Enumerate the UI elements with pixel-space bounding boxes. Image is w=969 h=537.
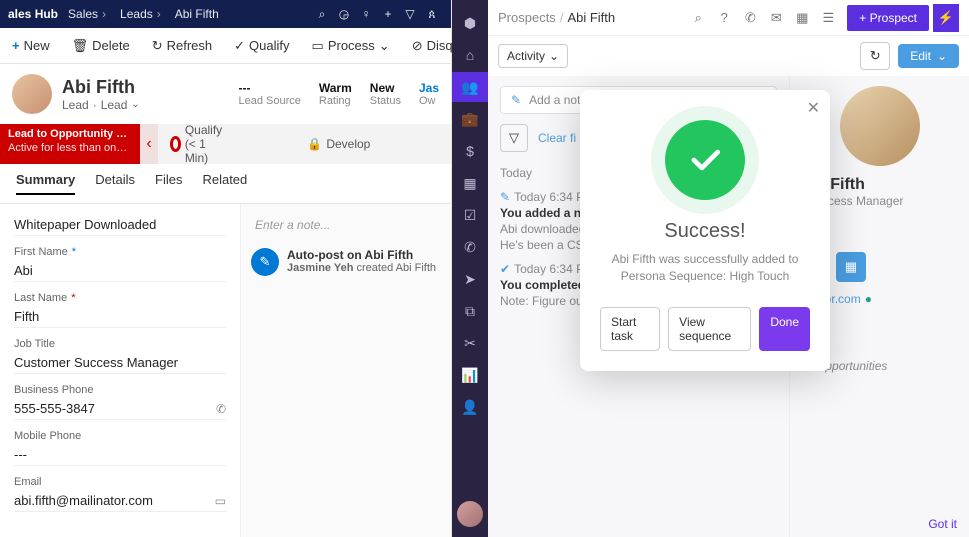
lead-subtitle[interactable]: Lead·Lead⌄ (62, 98, 140, 112)
mobile-phone-field[interactable]: --- (14, 444, 226, 466)
new-button[interactable]: +New (6, 34, 56, 57)
timeline-note-input[interactable]: Enter a note... (251, 214, 441, 236)
email-field[interactable]: abi.fifth@mailinator.com▭ (14, 490, 226, 512)
banner-collapse[interactable]: ‹ (140, 124, 158, 164)
or-search-icon[interactable]: ⌕ (685, 10, 711, 26)
or-help-icon[interactable]: ? (711, 10, 737, 25)
success-modal: ✕ Success! Abi Fifth was successfully ad… (580, 90, 830, 371)
bolt-button[interactable]: ⚡ (933, 4, 959, 32)
tab-related[interactable]: Related (202, 172, 247, 195)
schedule-button[interactable]: ▦ (836, 252, 866, 282)
topic-field[interactable]: Whitepaper Downloaded (14, 214, 226, 236)
tab-summary[interactable]: Summary (16, 172, 75, 195)
nav-dollar-icon[interactable]: $ (452, 136, 488, 166)
crumb-leads[interactable]: Leads (120, 7, 153, 21)
nav-check-icon[interactable]: ☑ (452, 200, 488, 230)
got-it-button[interactable]: Got it (928, 517, 957, 531)
task-icon[interactable]: ◶ (333, 7, 355, 21)
qualify-button[interactable]: ✓Qualify (228, 34, 295, 58)
phone-icon[interactable]: ✆ (216, 402, 226, 416)
search-icon[interactable]: ⌕ (311, 7, 333, 22)
nav-briefcase-icon[interactable]: 💼 (452, 104, 488, 134)
autopost-icon: ✎ (251, 248, 279, 276)
nav-home-icon[interactable]: ⌂ (452, 40, 488, 70)
nav-user-avatar[interactable] (457, 501, 483, 527)
or-refresh-button[interactable]: ↻ (860, 42, 890, 70)
close-icon[interactable]: ✕ (807, 98, 820, 118)
lead-avatar (12, 74, 52, 114)
business-phone-field[interactable]: 555-555-3847✆ (14, 398, 226, 420)
modal-text: Abi Fifth was successfully added to Pers… (600, 251, 810, 285)
bulb-icon[interactable]: ♀ (355, 7, 377, 21)
nav-copy-icon[interactable]: ⧉ (452, 296, 488, 326)
pencil-icon: ✎ (500, 190, 510, 204)
view-sequence-button[interactable]: View sequence (668, 307, 751, 351)
modal-title: Success! (600, 220, 810, 243)
or-crumb-name: Abi Fifth (567, 10, 615, 25)
done-button[interactable]: Done (759, 307, 810, 351)
success-check-icon (665, 120, 745, 200)
nav-people-icon[interactable]: 👥 (452, 72, 488, 102)
check-icon: ✔ (500, 262, 510, 276)
activity-dropdown[interactable]: Activity⌄ (498, 44, 568, 68)
crumb-sales[interactable]: Sales (68, 7, 98, 21)
or-mail-icon[interactable]: ✉ (763, 10, 789, 26)
job-title-field[interactable]: Customer Success Manager (14, 352, 226, 374)
refresh-button[interactable]: ↻Refresh (146, 34, 218, 58)
plus-icon[interactable]: + (377, 7, 399, 21)
delete-button[interactable]: 🗑Delete (66, 34, 136, 58)
process-button[interactable]: ▭Process⌄ (306, 34, 396, 58)
nav-logo-icon[interactable]: ⬢ (452, 8, 488, 38)
timeline-item[interactable]: ✎ Auto-post on Abi Fifth Jasmine Yeh cre… (251, 248, 441, 276)
nav-phone-icon[interactable]: ✆ (452, 232, 488, 262)
stage-qualify[interactable]: Qualify (< 1 Min) (170, 123, 227, 165)
prospect-button[interactable]: + Prospect (847, 5, 929, 31)
process-banner: Lead to Opportunity Sale...Active for le… (0, 124, 140, 164)
prospect-avatar (840, 86, 920, 166)
or-phone-icon[interactable]: ✆ (737, 10, 763, 26)
or-crumb-prospects[interactable]: Prospects (498, 10, 556, 25)
user-icon[interactable]: ጰ (421, 7, 443, 22)
nav-scissors-icon[interactable]: ✂ (452, 328, 488, 358)
crumb-record[interactable]: Abi Fifth (175, 7, 219, 21)
edit-button[interactable]: Edit⌄ (898, 44, 959, 68)
tab-details[interactable]: Details (95, 172, 135, 195)
lead-name: Abi Fifth (62, 77, 140, 98)
filter-button[interactable]: ▽ (500, 124, 528, 152)
nav-chart-icon[interactable]: 📊 (452, 360, 488, 390)
card-icon[interactable]: ▭ (215, 494, 226, 508)
filter-icon[interactable]: ▽ (399, 7, 421, 21)
tab-files[interactable]: Files (155, 172, 182, 195)
clear-filters[interactable]: Clear fi (538, 131, 576, 145)
start-task-button[interactable]: Start task (600, 307, 660, 351)
last-name-field[interactable]: Fifth (14, 306, 226, 328)
or-cal-icon[interactable]: ▦ (789, 10, 815, 26)
stage-develop[interactable]: 🔒Develop (307, 137, 370, 151)
nav-send-icon[interactable]: ➤ (452, 264, 488, 294)
nav-person-icon[interactable]: 👤 (452, 392, 488, 422)
hub-title: ales Hub (8, 7, 58, 21)
nav-calendar-icon[interactable]: ▦ (452, 168, 488, 198)
first-name-field[interactable]: Abi (14, 260, 226, 282)
or-list-icon[interactable]: ☰ (815, 10, 841, 26)
